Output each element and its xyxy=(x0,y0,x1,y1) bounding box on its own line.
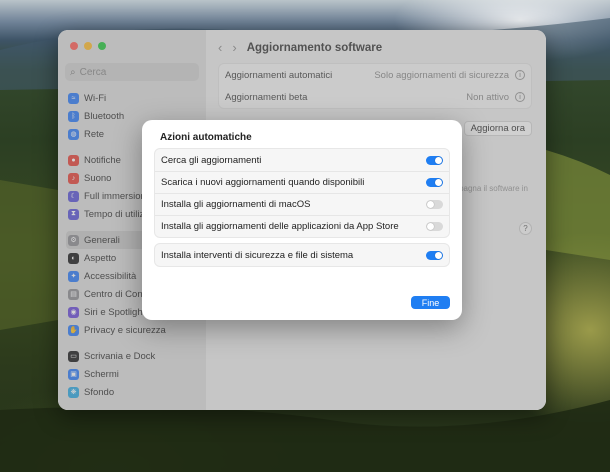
install-appstore-toggle[interactable] xyxy=(426,222,443,231)
automatic-actions-sheet: Azioni automatiche Cerca gli aggiornamen… xyxy=(142,120,462,320)
option-label: Scarica i nuovi aggiornamenti quando dis… xyxy=(161,177,365,188)
option-label: Installa gli aggiornamenti delle applica… xyxy=(161,221,399,232)
security-options-group: Installa interventi di sicurezza e file … xyxy=(154,243,450,267)
option-label: Cerca gli aggiornamenti xyxy=(161,154,262,166)
option-label: Installa gli aggiornamenti di macOS xyxy=(161,199,311,210)
download-updates-toggle[interactable] xyxy=(426,178,443,187)
options-group: Cerca gli aggiornamenti Scarica i nuovi … xyxy=(154,148,450,238)
check-updates-toggle[interactable] xyxy=(426,155,443,165)
option-security-responses: Installa interventi di sicurezza e file … xyxy=(155,244,449,266)
sheet-title: Azioni automatiche xyxy=(160,132,252,143)
option-install-appstore: Installa gli aggiornamenti delle applica… xyxy=(155,215,449,237)
option-download-updates: Scarica i nuovi aggiornamenti quando dis… xyxy=(155,171,449,193)
option-install-macos: Installa gli aggiornamenti di macOS xyxy=(155,193,449,215)
option-label: Installa interventi di sicurezza e file … xyxy=(161,249,354,261)
security-responses-toggle[interactable] xyxy=(426,250,443,260)
install-macos-toggle[interactable] xyxy=(426,200,443,209)
option-check-updates: Cerca gli aggiornamenti xyxy=(155,149,449,171)
done-button[interactable]: Fine xyxy=(411,296,450,309)
